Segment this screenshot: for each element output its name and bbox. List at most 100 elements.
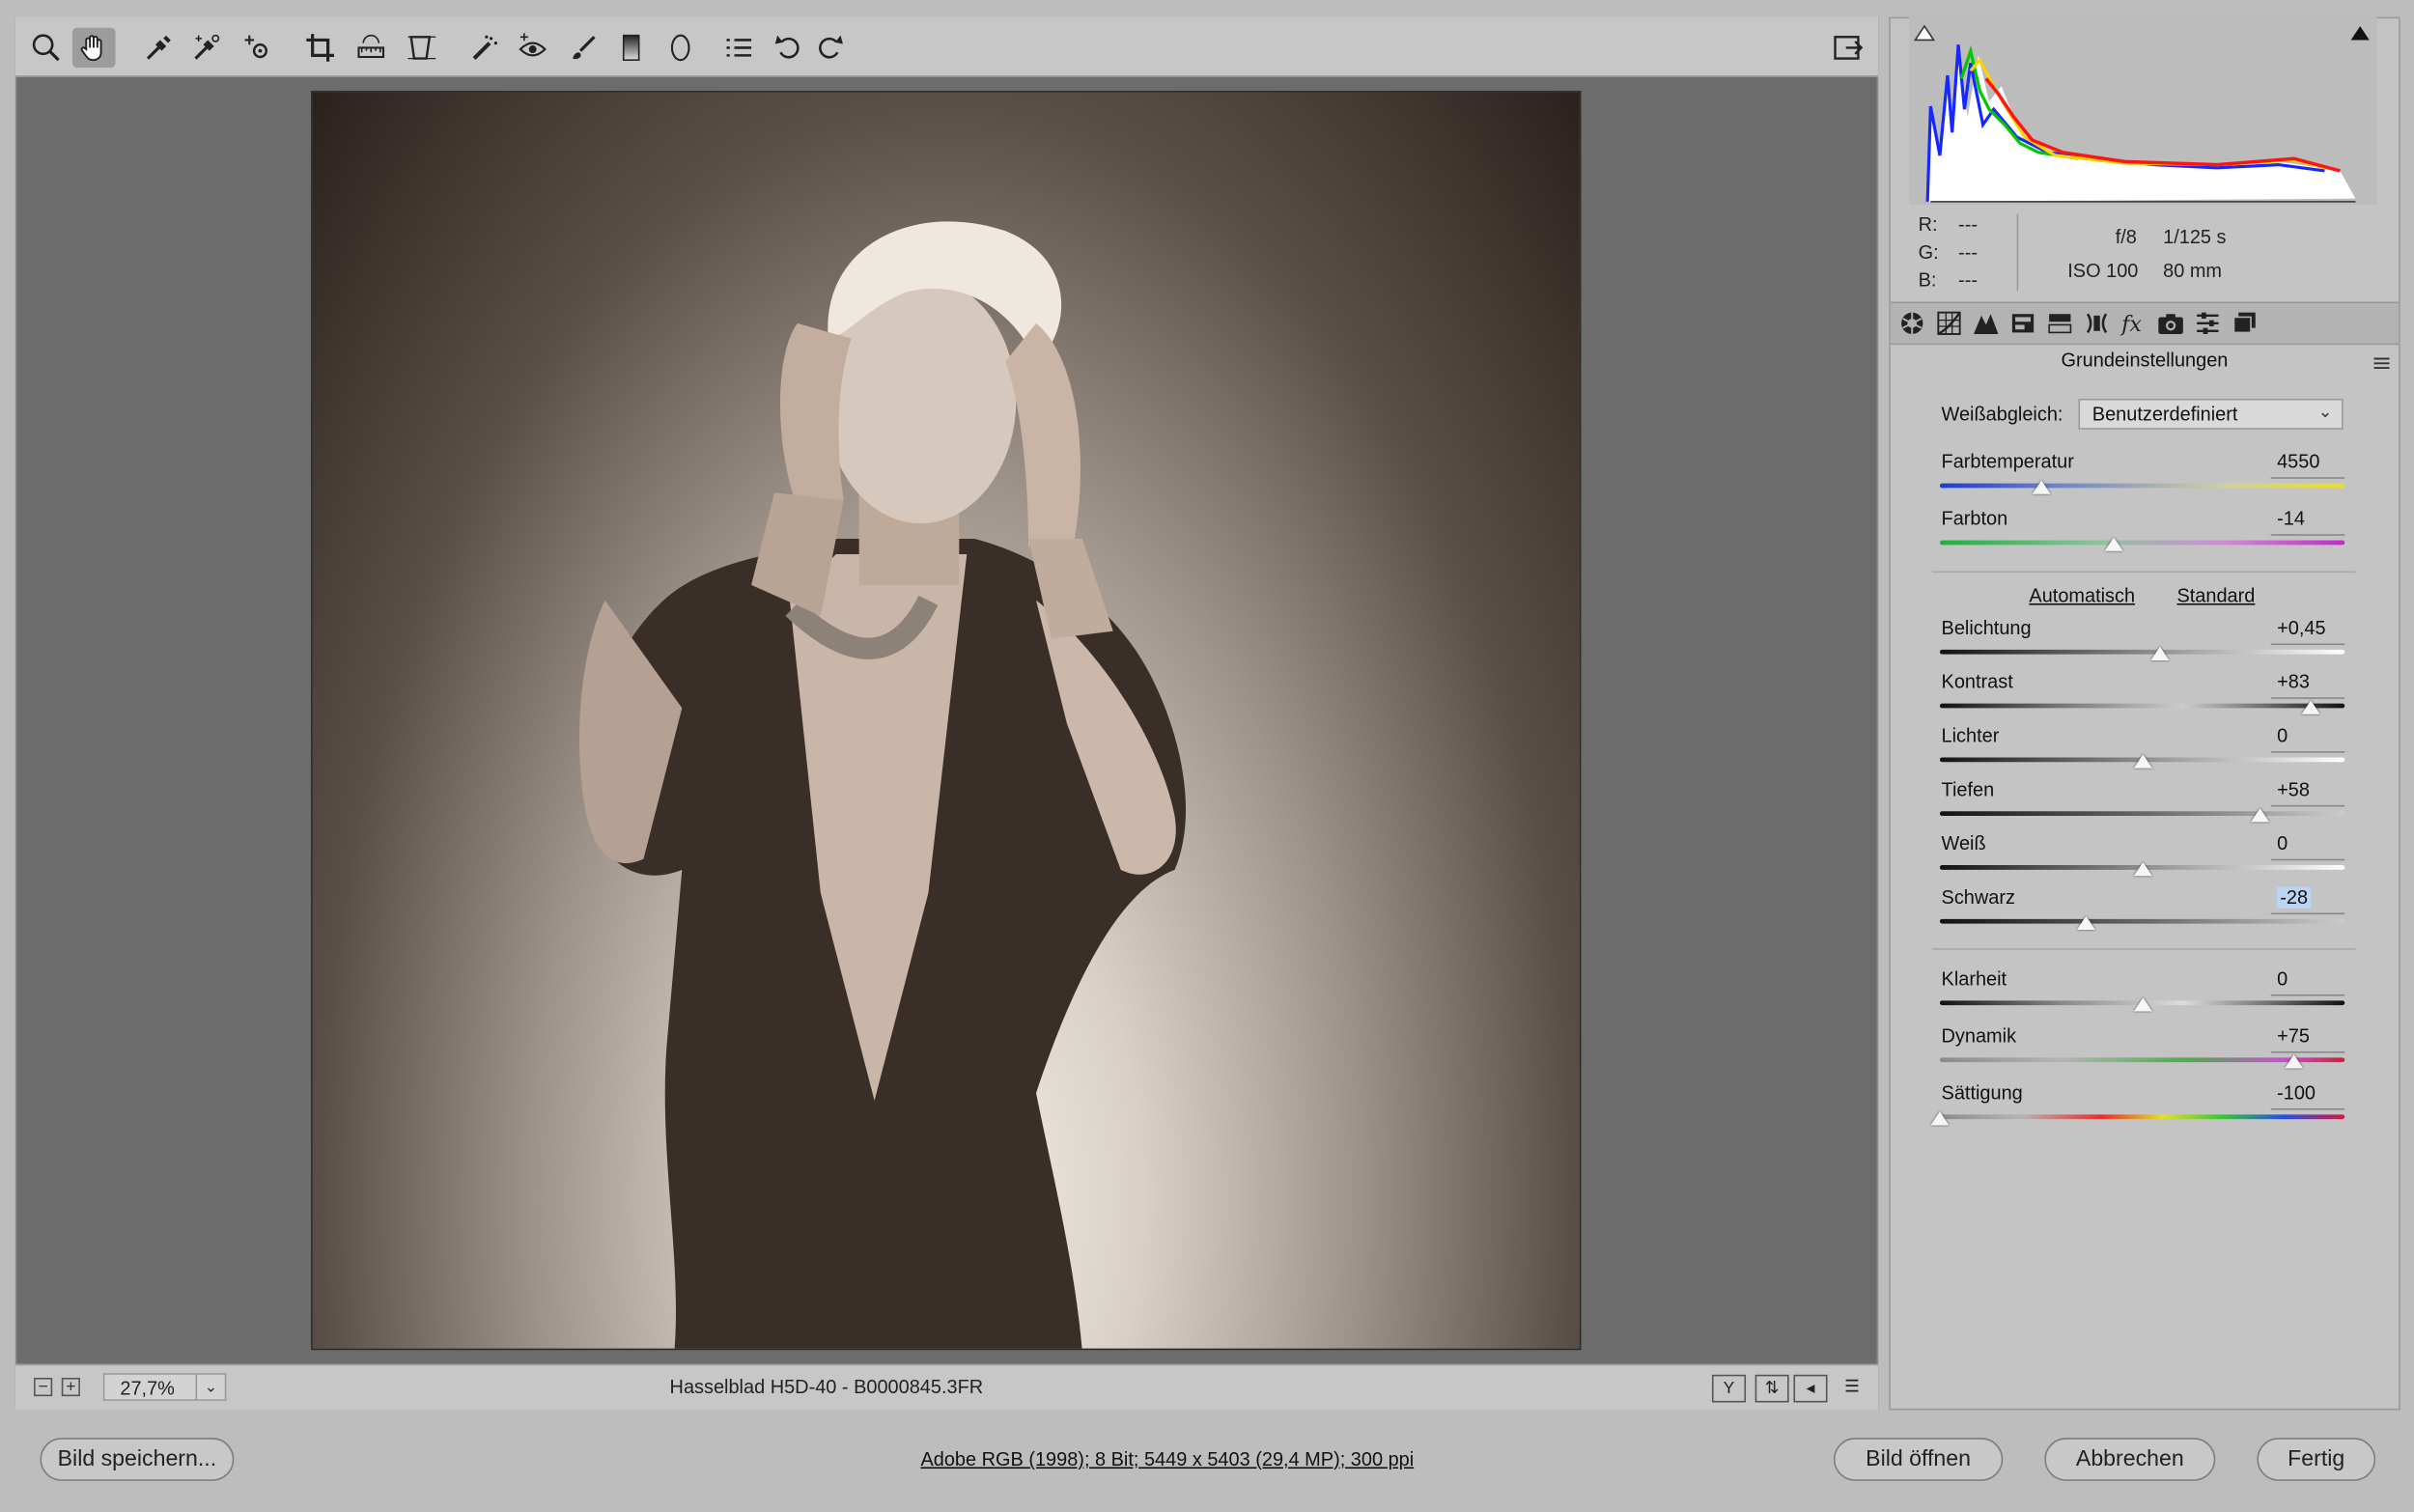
- chevron-down-icon: ⌄: [2317, 403, 2333, 422]
- toolbar: [14, 16, 1879, 77]
- adjustment-brush-icon[interactable]: [562, 28, 605, 68]
- slider-thumb[interactable]: [2150, 646, 2171, 660]
- slider-value-field[interactable]: -28: [2277, 886, 2312, 909]
- slider-track[interactable]: [1939, 1114, 2345, 1120]
- slider-label: Belichtung: [1941, 617, 2032, 639]
- before-after-icon[interactable]: Y: [1711, 1374, 1747, 1403]
- value-underline: [2270, 912, 2345, 915]
- value-underline: [2270, 477, 2345, 479]
- focal-length: 80 mm: [2163, 260, 2223, 282]
- slider-value-field[interactable]: 0: [2277, 968, 2288, 990]
- radial-filter-icon[interactable]: [659, 28, 702, 68]
- shadow-clipping-icon[interactable]: [1913, 21, 1936, 42]
- settings-icon[interactable]: ☰: [1836, 1375, 1869, 1403]
- slider-value-field[interactable]: 0: [2277, 725, 2288, 746]
- meta-divider: [2016, 213, 2019, 292]
- color-sampler-icon[interactable]: [184, 28, 228, 68]
- aperture: f/8: [2115, 226, 2137, 248]
- presets-tab-icon[interactable]: [2192, 308, 2223, 339]
- slider-value-field[interactable]: +58: [2277, 779, 2310, 800]
- slider-label: Lichter: [1941, 724, 2000, 747]
- highlight-clipping-icon[interactable]: [2349, 21, 2371, 41]
- tone-curve-tab-icon[interactable]: [1934, 308, 1965, 339]
- swap-icon[interactable]: ⇅: [1754, 1374, 1789, 1403]
- targeted-adjustment-icon[interactable]: [236, 28, 279, 68]
- r-value: ---: [1958, 213, 1978, 236]
- default-link[interactable]: Standard: [2176, 585, 2255, 606]
- transform-icon[interactable]: [399, 28, 442, 68]
- zoom-in-button[interactable]: +: [61, 1377, 80, 1397]
- detail-tab-icon[interactable]: [1971, 308, 2002, 339]
- slider-track[interactable]: [1939, 483, 2345, 489]
- spot-removal-icon[interactable]: [462, 28, 505, 68]
- slider-value-field[interactable]: -14: [2277, 508, 2305, 529]
- auto-link[interactable]: Automatisch: [2029, 585, 2135, 606]
- slider-track[interactable]: [1939, 811, 2345, 817]
- slider-track[interactable]: [1939, 540, 2345, 546]
- crop-icon[interactable]: [298, 28, 342, 68]
- graduated-filter-icon[interactable]: [609, 28, 653, 68]
- slider-thumb[interactable]: [2301, 700, 2320, 714]
- b-value: ---: [1958, 269, 1978, 292]
- divider: [1931, 571, 2356, 574]
- slider-label: Dynamik: [1941, 1024, 2017, 1048]
- svg-text:fx: fx: [2119, 312, 2142, 337]
- red-eye-icon[interactable]: [511, 28, 554, 68]
- snapshots-tab-icon[interactable]: [2230, 308, 2260, 339]
- save-image-button[interactable]: Bild speichern...: [40, 1438, 235, 1481]
- hsl-tab-icon[interactable]: [2007, 308, 2038, 339]
- g-value: ---: [1958, 241, 1978, 264]
- hand-icon[interactable]: [71, 27, 116, 69]
- slider-label: Kontrast: [1941, 671, 2013, 693]
- slider-thumb[interactable]: [2133, 861, 2152, 877]
- slider-value-field[interactable]: 0: [2277, 833, 2288, 854]
- slider-track[interactable]: [1939, 918, 2345, 924]
- basic-tab-icon[interactable]: [1896, 308, 1927, 339]
- zoom-out-button[interactable]: −: [34, 1377, 53, 1397]
- effects-tab-icon[interactable]: fx: [2119, 308, 2149, 339]
- value-underline: [2270, 751, 2345, 753]
- slider-thumb[interactable]: [2032, 480, 2051, 494]
- lens-tab-icon[interactable]: [2082, 308, 2113, 339]
- slider-label: Weiß: [1941, 832, 1986, 854]
- open-image-button[interactable]: Bild öffnen: [1833, 1438, 2004, 1481]
- white-balance-icon[interactable]: [137, 28, 181, 68]
- slider-thumb[interactable]: [2104, 537, 2123, 551]
- slider-value-field[interactable]: +83: [2277, 671, 2310, 692]
- cancel-button[interactable]: Abbrechen: [2044, 1438, 2216, 1481]
- preferences-icon[interactable]: [717, 28, 761, 68]
- rotate-right-icon[interactable]: [808, 28, 852, 68]
- zoom-icon[interactable]: [25, 28, 69, 68]
- chevron-down-icon[interactable]: ⌄: [195, 1373, 227, 1401]
- slider-value-field[interactable]: +75: [2277, 1025, 2310, 1047]
- split-toning-tab-icon[interactable]: [2044, 308, 2075, 339]
- white-balance-label: Weißabgleich:: [1941, 403, 2063, 426]
- done-button[interactable]: Fertig: [2257, 1438, 2376, 1481]
- photo-preview[interactable]: [311, 91, 1582, 1351]
- slider-thumb[interactable]: [2133, 997, 2152, 1012]
- slider-thumb[interactable]: [2285, 1054, 2304, 1069]
- value-underline: [2270, 804, 2345, 807]
- slider-track[interactable]: [1939, 649, 2345, 655]
- straighten-icon[interactable]: [350, 28, 393, 68]
- divider: [1931, 948, 2356, 950]
- shutter-speed: 1/125 s: [2163, 226, 2227, 248]
- slider-value-field[interactable]: +0,45: [2277, 617, 2325, 638]
- camera-calibration-tab-icon[interactable]: [2155, 308, 2186, 339]
- slider-value-field[interactable]: 4550: [2277, 451, 2319, 472]
- slider-label: Sättigung: [1941, 1081, 2023, 1105]
- slider-thumb[interactable]: [1930, 1111, 1950, 1126]
- slider-thumb[interactable]: [2133, 754, 2152, 769]
- white-balance-select[interactable]: Benutzerdefiniert ⌄: [2078, 398, 2344, 430]
- toggle-fullscreen-icon[interactable]: [1826, 28, 1869, 68]
- histogram: [1909, 16, 2377, 206]
- file-name: Hasselblad H5D-40 - B0000845.3FR: [669, 1376, 984, 1398]
- copy-settings-icon[interactable]: ◂: [1793, 1374, 1828, 1403]
- slider-value-field[interactable]: -100: [2277, 1082, 2316, 1104]
- slider-thumb[interactable]: [2076, 915, 2095, 931]
- workflow-options-link[interactable]: Adobe RGB (1998); 8 Bit; 5449 x 5403 (29…: [920, 1448, 1414, 1470]
- panel-menu-icon[interactable]: [2372, 351, 2391, 370]
- slider-thumb[interactable]: [2250, 808, 2269, 823]
- rotate-left-icon[interactable]: [767, 28, 810, 68]
- slider-track[interactable]: [1939, 703, 2345, 709]
